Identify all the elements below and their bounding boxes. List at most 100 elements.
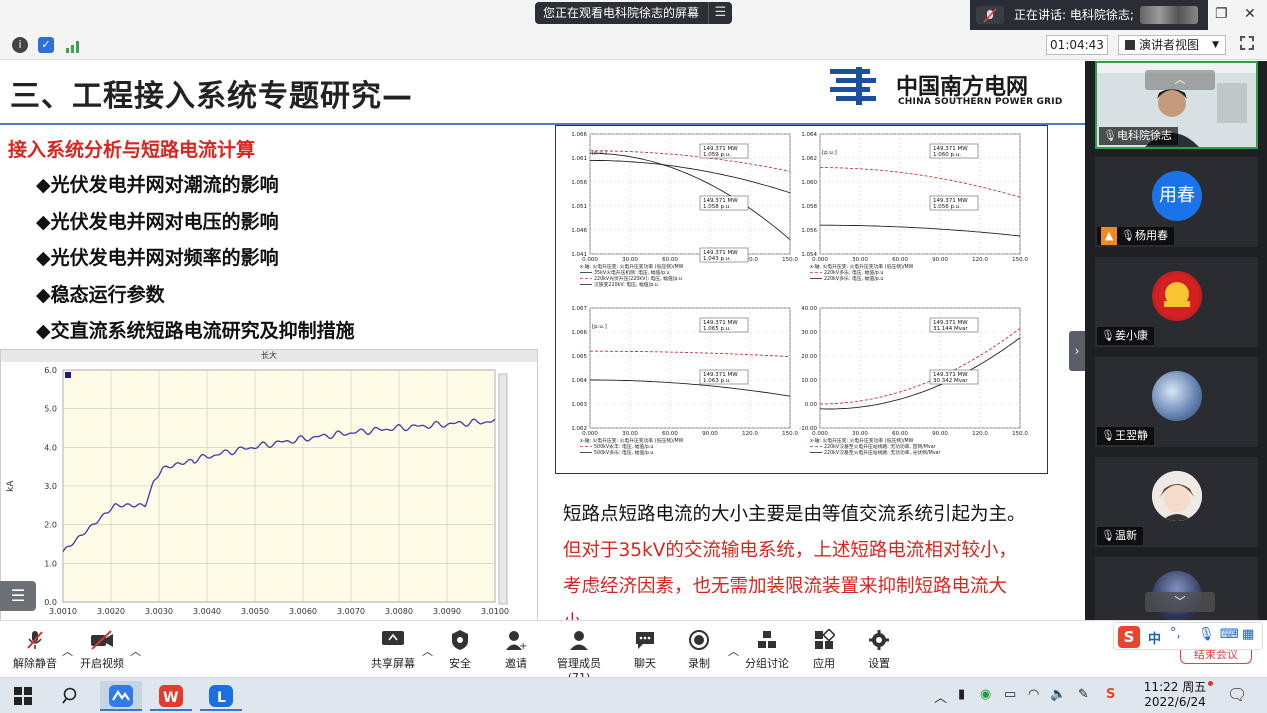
record-options-caret[interactable]: ︿ xyxy=(728,643,739,659)
share-screen-button[interactable]: 共享屏幕 xyxy=(370,629,416,671)
fullscreen-icon[interactable] xyxy=(1240,36,1254,50)
collapse-panel-toggle[interactable]: › xyxy=(1069,331,1085,371)
app-tray-icon[interactable]: ◉ xyxy=(980,687,991,702)
unmute-button[interactable]: 解除静音 xyxy=(12,629,58,671)
chat-button[interactable]: 聊天 xyxy=(632,629,658,671)
unit-label: [p.u.] xyxy=(822,150,837,156)
ime-language[interactable]: 中 xyxy=(1148,628,1161,647)
y-tick-label: 30.00 xyxy=(801,330,817,336)
security-label: 安全 xyxy=(449,657,471,670)
screen-share-banner[interactable]: 您正在观看电科院徐志的屏幕 ☰ xyxy=(535,2,732,24)
keyboard-icon[interactable]: ⌨ xyxy=(1220,627,1239,642)
participant-tile[interactable]: 🎙温新 xyxy=(1095,457,1258,547)
share-options-caret[interactable]: ︿ xyxy=(422,643,433,659)
bullet-item: ◆稳态运行参数 xyxy=(36,283,165,306)
y-axis-label: kA xyxy=(6,480,16,492)
breakout-rooms-button[interactable]: 分组讨论 xyxy=(744,629,790,671)
participant-tile[interactable]: 用春 ▲ 🎙杨用春 xyxy=(1095,157,1258,247)
speaker-view-icon xyxy=(1125,40,1135,50)
ime-menu-icon[interactable]: ▦ xyxy=(1242,627,1254,642)
invite-button[interactable]: + 邀请 xyxy=(503,629,529,671)
participant-name: 🎙温新 xyxy=(1097,527,1143,545)
ime-toolbar[interactable]: S 中 °, 🎙 ⌨ ▦ xyxy=(1113,622,1263,650)
annotation-text: 1.065 p.u. xyxy=(703,326,731,332)
scroll-down-icon[interactable]: ﹀ xyxy=(1145,592,1215,612)
participant-tile[interactable]: 🎙王翌静 xyxy=(1095,357,1258,447)
x-tick-label: 3.0020 xyxy=(97,607,125,616)
video-options-caret[interactable]: ︿ xyxy=(130,643,141,659)
tray-expand-icon[interactable]: ︿ xyxy=(934,687,947,706)
meeting-info-bar: i ✓ 01:04:43 演讲者视图 ▼ xyxy=(0,30,1267,60)
start-video-button[interactable]: 开启视频 xyxy=(80,629,124,671)
legend-entry: 汉族变220kV: 电压, 幅值/p.u xyxy=(594,281,658,288)
legend-marker xyxy=(65,372,71,378)
chat-icon xyxy=(632,629,658,651)
wps-office-icon[interactable]: W xyxy=(150,681,192,711)
punctuation-icon[interactable]: °, xyxy=(1170,626,1181,641)
short-circuit-current-chart: 长大 6.0 5.0 4.0 3.0 2.0 1.0 0.0 3.0010 3.0020 3.0… xyxy=(0,349,538,620)
curve-panels: 1.0661.0611.0561.0511.0461.0410.000 30.00… xyxy=(571,132,1028,456)
curve-panel-frame xyxy=(589,133,791,255)
lenovo-app-icon[interactable]: L xyxy=(200,681,242,711)
record-button[interactable]: 录制 xyxy=(686,629,712,671)
view-mode-dropdown[interactable]: 演讲者视图 ▼ xyxy=(1118,35,1226,55)
annotation-text: 1.060 p.u. xyxy=(933,152,961,158)
settings-button[interactable]: 设置 xyxy=(866,629,892,671)
shared-slide: 三、工程接入系统专题研究— 中国南方电网 CHINA SOUTHERN POWE… xyxy=(0,61,1085,620)
chart-window-title: 长大 xyxy=(1,350,537,362)
tencent-meeting-app-icon[interactable] xyxy=(100,681,142,711)
scroll-up-icon[interactable]: ︿ xyxy=(1145,70,1215,90)
section-subheading: 接入系统分析与短路电流计算 xyxy=(8,139,256,161)
share-menu-icon[interactable]: ☰ xyxy=(708,2,732,24)
y-tick-label: 2.0 xyxy=(44,521,57,530)
mic-muted-icon xyxy=(12,629,58,651)
scrollbar[interactable] xyxy=(498,373,508,605)
info-icon[interactable]: i xyxy=(12,37,28,53)
legend-entry: 220kV汉基至火电升压站线路: 无功功率, 首侧/Mvar xyxy=(824,443,936,450)
y-tick-label: 20.00 xyxy=(801,354,817,360)
slide-list-icon[interactable]: ☰ xyxy=(0,581,36,611)
apps-button[interactable]: 应用 xyxy=(811,628,837,671)
speaking-label: 正在讲话: 电科院徐志; xyxy=(1014,8,1134,22)
usb-icon[interactable]: ▮ xyxy=(958,687,965,702)
y-tick-label: 5.0 xyxy=(44,405,57,414)
x-axis-caption: x-轴: 火电升压变: 火电升压变功率 (低压侧)/MW xyxy=(580,263,684,270)
view-mode-label: 演讲者视图 xyxy=(1139,38,1200,52)
close-window-icon[interactable]: ✕ xyxy=(1244,6,1256,22)
y-tick-label: 0.00 xyxy=(805,402,818,408)
wifi-icon[interactable]: ◠ xyxy=(1028,687,1039,702)
y-tick-label: 1.066 xyxy=(571,132,587,138)
search-icon[interactable] xyxy=(50,681,92,711)
pen-icon[interactable]: ✎ xyxy=(1078,687,1089,702)
signal-icon[interactable] xyxy=(66,38,82,57)
meeting-toolbar: 解除静音 ︿ 开启视频 ︿ 共享屏幕 ︿ 安全 + 邀请 管理成员(71) 聊天 xyxy=(0,620,1267,684)
battery-icon[interactable]: ▭ xyxy=(1004,687,1016,702)
voice-input-icon[interactable]: 🎙 xyxy=(1198,627,1215,642)
invite-label: 邀请 xyxy=(505,657,527,670)
system-clock[interactable]: 11:22 周五 2022/6/24 xyxy=(1134,680,1216,710)
volume-icon[interactable]: 🔈 xyxy=(1050,687,1066,702)
breakout-label: 分组讨论 xyxy=(745,657,789,670)
end-meeting-button[interactable]: 结束会议 xyxy=(1180,648,1252,664)
notification-dot xyxy=(1208,681,1213,686)
conclusion-line: 考虑经济因素，也无需加装限流装置来抑制短路电流大 xyxy=(563,576,1008,597)
annotation-text: 30.342 Mvar xyxy=(933,378,968,384)
sogou-tray-icon[interactable]: S xyxy=(1106,687,1115,702)
logo-english: CHINA SOUTHERN POWER GRID xyxy=(898,97,1063,107)
share-screen-icon xyxy=(370,629,416,651)
security-button[interactable]: 安全 xyxy=(446,629,474,671)
restore-window-icon[interactable]: ❐ xyxy=(1215,6,1228,22)
muted-mic-icon xyxy=(976,6,1004,24)
windows-start-icon[interactable] xyxy=(2,681,44,711)
shield-icon[interactable]: ✓ xyxy=(38,37,54,53)
audio-options-caret[interactable]: ︿ xyxy=(62,643,73,659)
annotation-text: 1.043 p.u. xyxy=(703,256,731,262)
manage-members-button[interactable]: 管理成员(71) xyxy=(546,629,612,684)
action-center-icon[interactable]: 🗨 xyxy=(1227,685,1247,704)
participant-tile[interactable]: 🎙姜小康 xyxy=(1095,257,1258,347)
zoom-meeting-window: 您正在观看电科院徐志的屏幕 ☰ 正在讲话: 电科院徐志; ❐ ✕ i ✓ 01:… xyxy=(0,0,1267,713)
members-icon xyxy=(546,629,612,651)
x-tick-label: 30.00 xyxy=(852,257,868,263)
x-tick-label: 90.00 xyxy=(932,257,948,263)
x-axis-caption: x-轴: 火电升压变: 火电升压变功率 (低压侧)/MW xyxy=(580,437,684,444)
